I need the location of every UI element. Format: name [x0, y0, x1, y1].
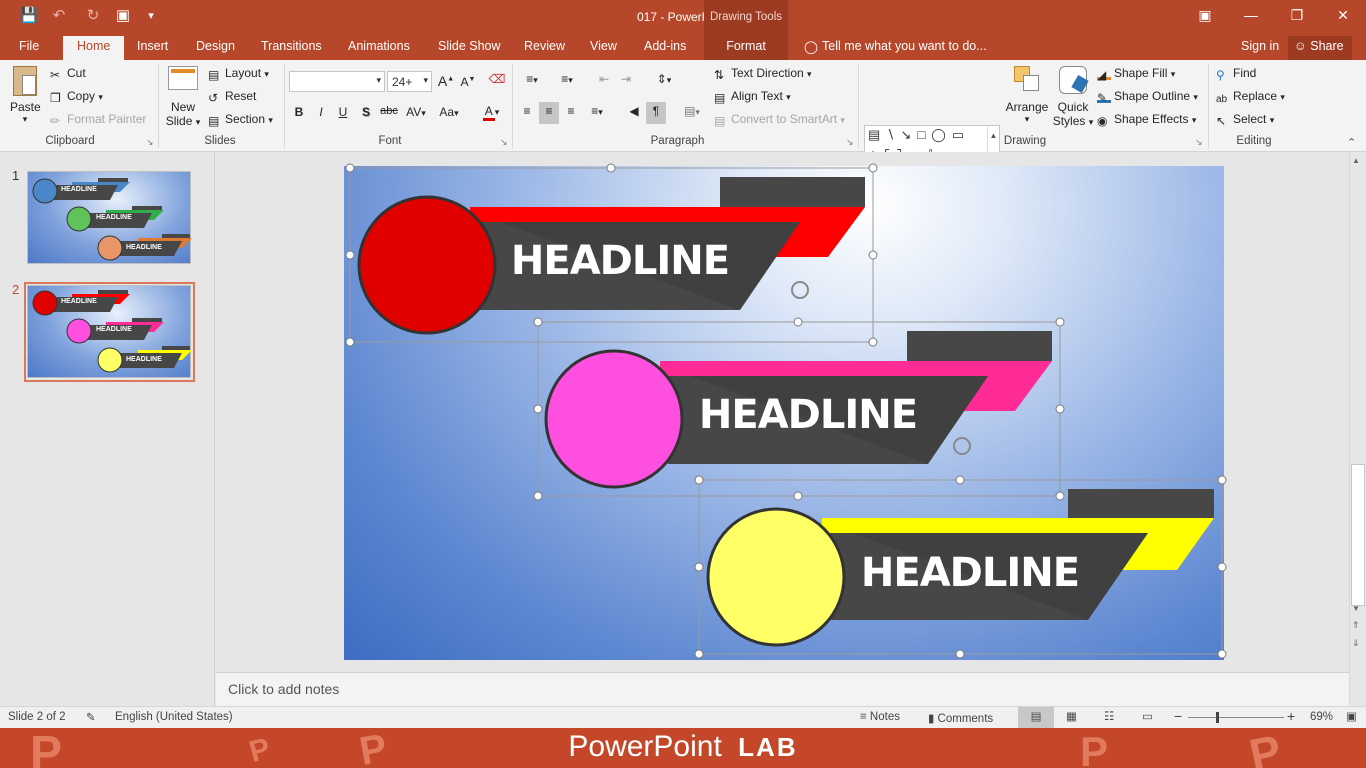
vertical-scrollbar[interactable]: ▲ ▼ ⇑ ⇓: [1349, 152, 1366, 706]
slide-counter: Slide 2 of 2: [8, 711, 66, 723]
scroll-down-icon[interactable]: ▼: [1352, 604, 1360, 613]
normal-view-icon[interactable]: ▤: [1018, 707, 1054, 729]
fit-to-window-icon[interactable]: ▣: [1346, 709, 1357, 723]
zoom-out-icon[interactable]: −: [1174, 708, 1182, 724]
powerpoint-lab-banner: P P P P P PowerPoint LAB: [0, 728, 1366, 768]
slide-art: [345, 163, 1227, 659]
headline-text-3[interactable]: HEADLINE: [830, 550, 1110, 596]
scroll-thumb[interactable]: [1351, 464, 1365, 606]
comments-button[interactable]: ▮ Comments: [928, 711, 993, 725]
notes-pane[interactable]: Click to add notes: [216, 672, 1349, 706]
slideshow-view-icon[interactable]: ▭: [1142, 709, 1153, 723]
next-slide-icon[interactable]: ⇓: [1352, 638, 1360, 649]
scroll-up-icon[interactable]: ▲: [1352, 156, 1360, 165]
zoom-in-icon[interactable]: +: [1287, 708, 1295, 724]
spellcheck-icon[interactable]: ✎: [86, 710, 96, 724]
zoom-level[interactable]: 69%: [1310, 711, 1333, 723]
banner-title: PowerPoint LAB: [568, 730, 798, 763]
zoom-slider-thumb[interactable]: [1216, 712, 1219, 723]
language-indicator[interactable]: English (United States): [115, 711, 233, 723]
previous-slide-icon[interactable]: ⇑: [1352, 620, 1360, 631]
reading-view-icon[interactable]: ☷: [1104, 709, 1114, 723]
status-bar: Slide 2 of 2 ✎ English (United States) ≡…: [0, 706, 1366, 729]
notes-icon: ≡: [860, 711, 867, 723]
slide-sorter-icon[interactable]: ▦: [1066, 709, 1077, 723]
zoom-slider[interactable]: [1188, 717, 1284, 718]
headline-text-1[interactable]: HEADLINE: [480, 238, 760, 284]
headline-text-2[interactable]: HEADLINE: [668, 392, 948, 438]
comment-icon: ▮: [928, 713, 935, 725]
notes-button[interactable]: ≡ Notes: [860, 711, 900, 723]
